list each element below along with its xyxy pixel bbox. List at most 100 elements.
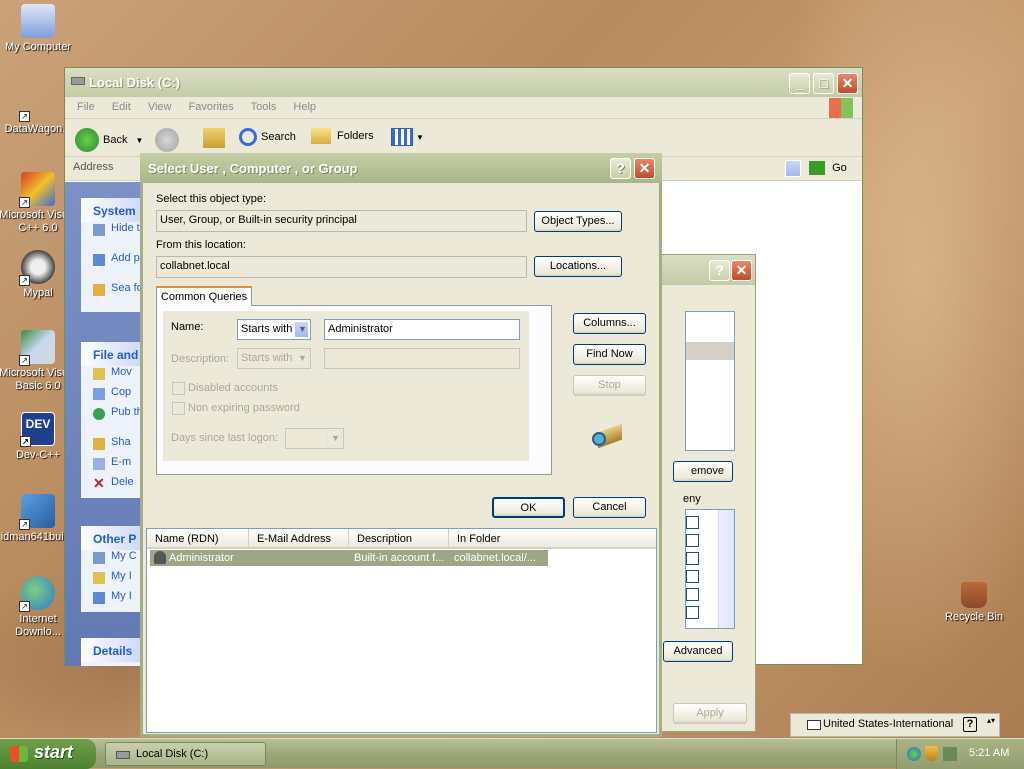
drive-icon	[116, 751, 130, 759]
column-header-name[interactable]: Name (RDN)	[147, 529, 248, 549]
taskbar: start Local Disk (C:) 5:21 AM	[0, 738, 1024, 769]
forward-arrow-icon	[155, 128, 179, 152]
maximize-button[interactable]: □	[813, 73, 834, 94]
security-shield-icon[interactable]	[925, 746, 938, 761]
forward-button[interactable]	[155, 128, 179, 152]
copy-icon	[93, 388, 105, 400]
views-button[interactable]: ▼	[391, 128, 424, 146]
share-icon	[93, 438, 105, 450]
deny-checkbox[interactable]	[686, 570, 699, 583]
tab-common-queries[interactable]: Common Queries	[156, 286, 252, 306]
views-icon	[391, 128, 413, 146]
non-expiring-checkbox[interactable]	[172, 402, 185, 415]
windows-logo-icon	[10, 746, 28, 762]
menu-edit[interactable]: Edit	[112, 101, 131, 113]
scrollbar[interactable]	[718, 510, 734, 628]
menu-favorites[interactable]: Favorites	[189, 101, 234, 113]
table-row[interactable]: Administrator Built-in account f... coll…	[150, 550, 548, 566]
deny-checkbox[interactable]	[686, 534, 699, 547]
language-bar[interactable]: United States-International ? ▴▾	[790, 713, 1000, 737]
explorer-titlebar[interactable]: Local Disk (C:) _ □ ✕	[65, 68, 862, 97]
result-folder: collabnet.local/...	[454, 552, 536, 564]
column-header-folder[interactable]: In Folder	[448, 529, 656, 549]
computer-icon	[93, 552, 105, 564]
back-arrow-icon	[75, 128, 99, 152]
search-results-list: Name (RDN) E-Mail Address Description In…	[146, 528, 657, 733]
disabled-accounts-label: Disabled accounts	[188, 382, 278, 394]
deny-checkbox[interactable]	[686, 516, 699, 529]
globe-icon: ↗	[19, 576, 55, 612]
visual-basic-icon: ↗	[19, 330, 55, 366]
object-type-label: Select this object type:	[156, 193, 267, 205]
search-button[interactable]: Search	[239, 128, 296, 146]
visual-cpp-icon: ↗	[19, 172, 55, 208]
menu-view[interactable]: View	[148, 101, 172, 113]
language-options-icon[interactable]: ▴▾	[987, 716, 995, 725]
days-since-logon-select[interactable]: ▼	[285, 428, 344, 449]
network-globe-icon[interactable]	[907, 747, 921, 761]
result-name: Administrator	[169, 552, 234, 564]
add-programs-icon	[93, 254, 105, 266]
network-connection-icon[interactable]	[943, 747, 957, 761]
deny-checkbox[interactable]	[686, 588, 699, 601]
up-folder-icon	[203, 128, 225, 148]
chevron-down-icon: ▼	[294, 321, 309, 338]
permissions-list	[685, 311, 735, 451]
disabled-accounts-checkbox[interactable]	[172, 382, 185, 395]
column-header-email[interactable]: E-Mail Address	[248, 529, 348, 549]
result-description: Built-in account f...	[354, 552, 445, 564]
columns-button[interactable]: Columns...	[573, 313, 646, 334]
menu-tools[interactable]: Tools	[251, 101, 277, 113]
email-icon	[93, 458, 105, 470]
datawagon-icon: ↗	[19, 86, 55, 122]
minimize-button[interactable]: _	[789, 73, 810, 94]
address-dropdown[interactable]	[785, 160, 801, 177]
name-mode-select[interactable]: Starts with ▼	[237, 319, 311, 340]
remove-button[interactable]: emove	[673, 461, 733, 482]
permissions-titlebar[interactable]: ? ✕	[661, 255, 755, 285]
help-icon[interactable]: ?	[963, 717, 977, 732]
name-input[interactable]: Administrator	[324, 319, 520, 340]
windows-logo-icon	[829, 98, 853, 118]
keyboard-icon	[807, 720, 821, 730]
description-input[interactable]	[324, 348, 520, 369]
deny-column-header: eny	[683, 493, 701, 505]
computer-icon	[21, 4, 55, 38]
find-now-button[interactable]: Find Now	[573, 344, 646, 365]
desktop-icon-recycle-bin[interactable]: Recycle Bin	[934, 582, 1014, 624]
up-folder-button[interactable]	[203, 128, 225, 148]
toolbar: Back ▼ Search Folders ▼	[65, 119, 862, 157]
help-button[interactable]: ?	[610, 158, 631, 179]
desktop-icon-my-computer[interactable]: My Computer	[0, 4, 78, 54]
column-header-description[interactable]: Description	[348, 529, 448, 549]
description-label: Description:	[171, 353, 230, 365]
dialog-title: Select User , Computer , or Group	[148, 161, 358, 176]
ok-button[interactable]: OK	[492, 497, 565, 518]
hide-icon	[93, 224, 105, 236]
deny-checkbox[interactable]	[686, 606, 699, 619]
taskbar-item-local-disk[interactable]: Local Disk (C:)	[105, 742, 266, 766]
object-types-button[interactable]: Object Types...	[534, 211, 622, 232]
menu-help[interactable]: Help	[293, 101, 316, 113]
description-mode-select[interactable]: Starts with ▼	[237, 348, 311, 369]
close-button[interactable]: ✕	[837, 73, 858, 94]
apply-button[interactable]: Apply	[673, 703, 747, 724]
start-button[interactable]: start	[0, 739, 96, 769]
help-button[interactable]: ?	[709, 260, 730, 281]
desktop-icon-label: My Computer	[4, 41, 72, 53]
locations-button[interactable]: Locations...	[534, 256, 622, 277]
menu-file[interactable]: File	[77, 101, 95, 113]
stop-button[interactable]: Stop	[573, 375, 646, 396]
search-flashlight-icon	[592, 420, 626, 450]
deny-checkbox[interactable]	[686, 552, 699, 565]
folders-button[interactable]: Folders	[311, 128, 374, 144]
dialog-titlebar[interactable]: Select User , Computer , or Group ? ✕	[140, 153, 662, 183]
back-button[interactable]: Back ▼	[75, 128, 143, 152]
drive-icon	[71, 77, 85, 85]
advanced-button[interactable]: Advanced	[663, 641, 733, 662]
close-button[interactable]: ✕	[731, 260, 752, 281]
go-button[interactable]: Go	[809, 161, 847, 175]
cancel-button[interactable]: Cancel	[573, 497, 646, 518]
close-button[interactable]: ✕	[634, 158, 655, 179]
name-label: Name:	[171, 321, 204, 333]
